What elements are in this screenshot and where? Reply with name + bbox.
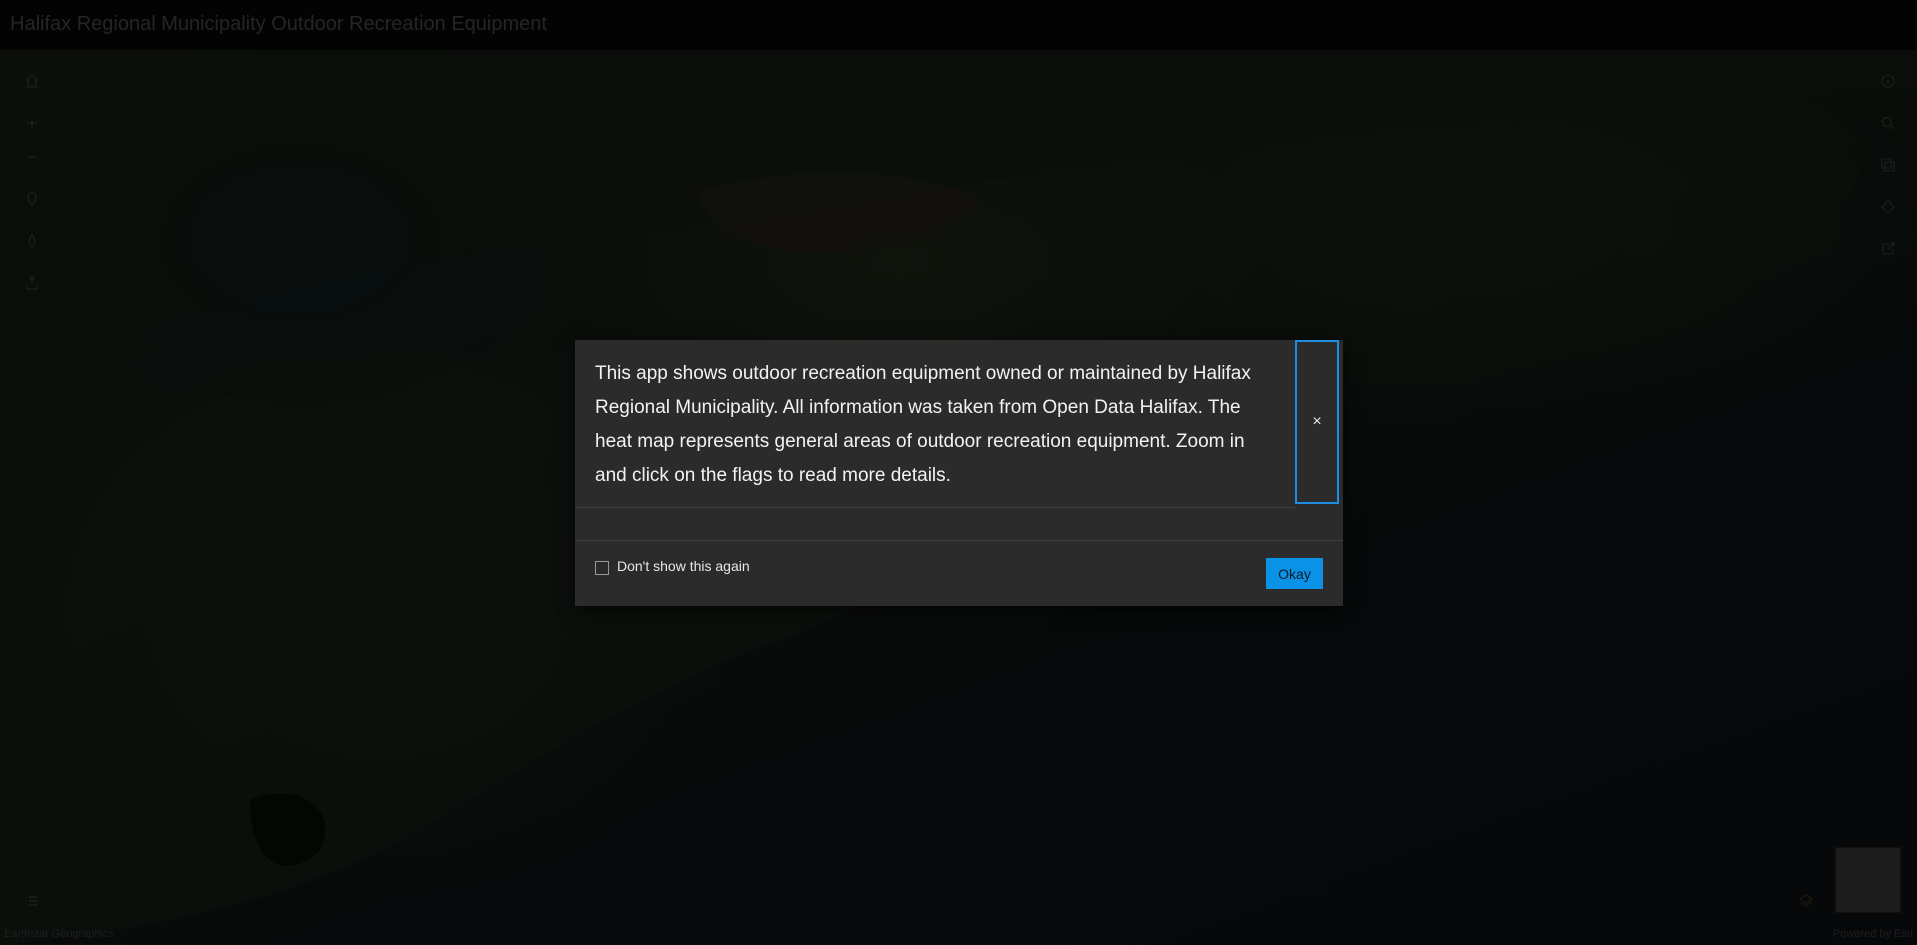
dont-show-again-checkbox[interactable] — [595, 561, 609, 575]
splash-dialog: This app shows outdoor recreation equipm… — [575, 340, 1343, 606]
okay-button[interactable]: Okay — [1266, 558, 1323, 589]
dialog-footer: Don't show this again Okay — [575, 541, 1343, 606]
dialog-spacer — [575, 508, 1343, 541]
dialog-message: This app shows outdoor recreation equipm… — [595, 363, 1251, 486]
dont-show-again-label[interactable]: Don't show this again — [617, 558, 750, 574]
close-button[interactable]: × — [1295, 340, 1339, 504]
dialog-body: This app shows outdoor recreation equipm… — [575, 340, 1295, 508]
